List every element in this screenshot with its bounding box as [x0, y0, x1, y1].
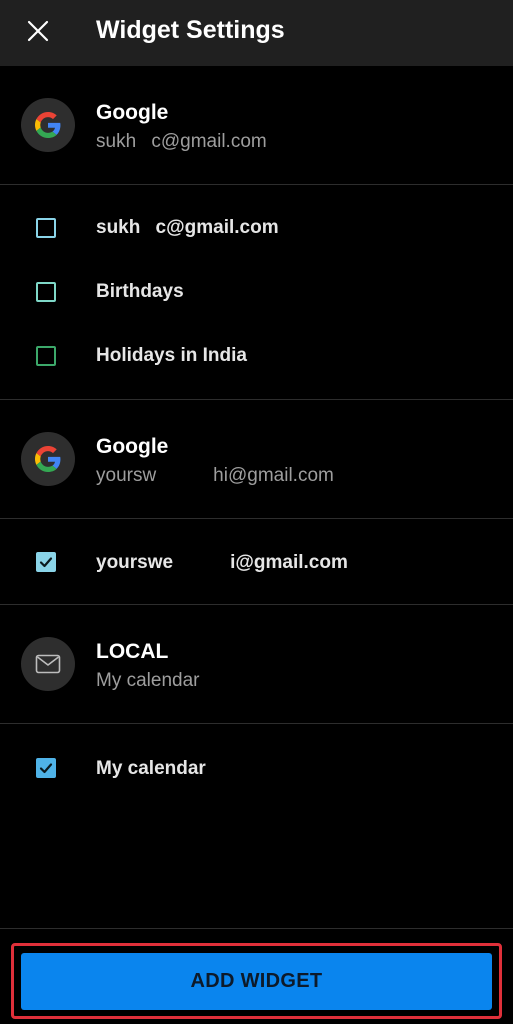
calendar-label: yourswe i@gmail.com: [96, 552, 348, 573]
calendar-item[interactable]: yourswe i@gmail.com: [0, 532, 513, 592]
checkbox[interactable]: [36, 346, 56, 366]
divider: [0, 184, 513, 185]
account-header-google-2: Google yoursw hi@gmail.com: [0, 400, 513, 518]
google-icon: [21, 98, 75, 152]
calendar-item[interactable]: Birthdays: [0, 262, 513, 322]
calendar-item[interactable]: sukh c@gmail.com: [0, 198, 513, 258]
checkbox[interactable]: [36, 218, 56, 238]
calendar-label: My calendar: [96, 758, 206, 779]
check-icon: [39, 763, 53, 774]
divider: [0, 518, 513, 519]
account-email: yoursw hi@gmail.com: [96, 465, 334, 486]
checkbox-checked[interactable]: [36, 758, 56, 778]
calendar-label: Holidays in India: [96, 345, 247, 366]
calendar-label: Birthdays: [96, 281, 184, 302]
page-title: Widget Settings: [96, 16, 285, 44]
account-email: sukh c@gmail.com: [96, 131, 267, 152]
check-icon: [39, 557, 53, 568]
calendar-item[interactable]: My calendar: [0, 738, 513, 798]
account-name: Google: [96, 101, 169, 124]
add-widget-button[interactable]: ADD WIDGET: [21, 953, 492, 1010]
account-name: LOCAL: [96, 640, 169, 663]
divider: [0, 723, 513, 724]
calendar-label: sukh c@gmail.com: [96, 217, 279, 238]
account-header-google-1: Google sukh c@gmail.com: [0, 66, 513, 184]
mail-icon: [21, 637, 75, 691]
account-email: My calendar: [96, 670, 200, 691]
divider: [0, 928, 513, 929]
calendar-item[interactable]: Holidays in India: [0, 326, 513, 386]
close-icon: [27, 20, 49, 42]
account-name: Google: [96, 435, 169, 458]
add-widget-label: ADD WIDGET: [190, 970, 323, 992]
google-icon: [21, 432, 75, 486]
checkbox[interactable]: [36, 282, 56, 302]
top-app-bar: Widget Settings: [0, 0, 513, 66]
checkbox-checked[interactable]: [36, 552, 56, 572]
close-button[interactable]: [18, 11, 58, 51]
account-header-local: LOCAL My calendar: [0, 605, 513, 723]
